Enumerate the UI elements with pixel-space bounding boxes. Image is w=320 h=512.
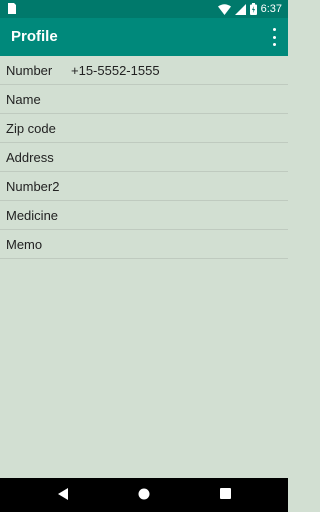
back-icon[interactable] bbox=[58, 488, 69, 500]
profile-field-medicine[interactable]: Medicine bbox=[0, 201, 288, 230]
app-bar: Profile bbox=[0, 18, 288, 56]
overflow-menu-icon[interactable] bbox=[268, 28, 280, 46]
field-label: Number2 bbox=[6, 179, 60, 194]
home-icon[interactable] bbox=[138, 488, 150, 500]
profile-field-name[interactable]: Name bbox=[0, 85, 288, 114]
field-value: +15-5552-1555 bbox=[71, 63, 160, 78]
page-title: Profile bbox=[11, 28, 58, 45]
profile-field-list: Number +15-5552-1555 Name Zip code Addre… bbox=[0, 56, 288, 259]
battery-icon bbox=[249, 3, 257, 15]
notification-icon bbox=[8, 3, 16, 14]
field-label: Number bbox=[6, 63, 53, 78]
recents-icon[interactable] bbox=[220, 488, 231, 499]
status-icons: 6:37 bbox=[217, 2, 282, 16]
status-bar: 6:37 bbox=[0, 0, 288, 18]
profile-field-zip-code[interactable]: Zip code bbox=[0, 114, 288, 143]
field-label: Memo bbox=[6, 237, 43, 252]
profile-field-number2[interactable]: Number2 bbox=[0, 172, 288, 201]
signal-icon bbox=[234, 3, 246, 15]
field-label: Address bbox=[6, 150, 54, 165]
field-label: Name bbox=[6, 92, 41, 107]
status-time: 6:37 bbox=[260, 3, 282, 15]
profile-field-memo[interactable]: Memo bbox=[0, 230, 288, 259]
profile-field-number[interactable]: Number +15-5552-1555 bbox=[0, 56, 288, 85]
profile-field-address[interactable]: Address bbox=[0, 143, 288, 172]
field-label: Medicine bbox=[6, 208, 59, 223]
navigation-bar bbox=[0, 478, 288, 512]
field-label: Zip code bbox=[6, 121, 56, 136]
wifi-icon bbox=[217, 3, 231, 15]
